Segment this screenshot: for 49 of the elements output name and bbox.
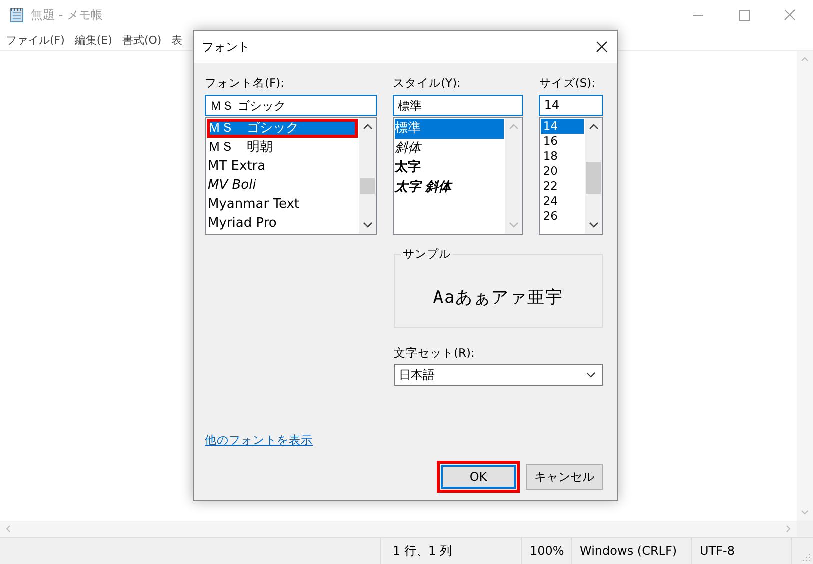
notepad-icon bbox=[9, 7, 25, 23]
font-name-field[interactable]: ＭＳ ゴシック bbox=[205, 95, 378, 116]
status-text: UTF-8 bbox=[692, 538, 792, 564]
list-item[interactable]: 16 bbox=[541, 134, 584, 149]
size-list[interactable]: 14 16 18 20 22 24 26 bbox=[539, 117, 603, 235]
resize-grip-icon[interactable] bbox=[801, 552, 811, 562]
style-list[interactable]: 標準 斜体 太字 太字 斜体 bbox=[393, 117, 524, 235]
list-item[interactable]: MV Boli bbox=[207, 176, 358, 195]
menu-item[interactable]: 表 bbox=[172, 32, 183, 48]
size-field[interactable]: 14 bbox=[539, 95, 603, 116]
scrollbar-thumb[interactable] bbox=[360, 178, 376, 194]
dialog-button[interactable]: OK bbox=[437, 461, 520, 493]
list-item[interactable]: 太字 斜体 bbox=[395, 178, 504, 197]
field-label: サイズ(S): bbox=[539, 75, 596, 91]
dialog-title: フォント bbox=[202, 38, 250, 56]
list-item[interactable]: Myriad Pro bbox=[207, 214, 358, 233]
list-item[interactable]: 太字 bbox=[395, 158, 504, 178]
list-item[interactable]: ＭＳ 明朝 bbox=[207, 138, 358, 157]
list-item[interactable]: 14 bbox=[541, 119, 584, 134]
menu-item[interactable]: 編集(E) bbox=[74, 32, 112, 48]
list-item[interactable]: 18 bbox=[541, 149, 584, 164]
scrollbar-thumb[interactable] bbox=[586, 162, 601, 194]
list-item[interactable]: 26 bbox=[541, 209, 584, 224]
list-item[interactable]: 24 bbox=[541, 194, 584, 209]
list-item[interactable]: 標準 bbox=[395, 119, 504, 138]
close-icon[interactable] bbox=[596, 41, 608, 53]
status-text: Windows (CRLF) bbox=[572, 538, 692, 564]
field-label: 文字セット(R): bbox=[394, 345, 476, 361]
window-title: 無題 - メモ帳 bbox=[31, 6, 104, 24]
font-list[interactable]: ＭＳ ゴシック ＭＳ 明朝 MT Extra MV Boli Myanmar Text Myriad Pro bbox=[205, 117, 378, 235]
status-text: 100% bbox=[522, 538, 572, 564]
list-item[interactable]: 20 bbox=[541, 164, 584, 179]
chevron-down-icon bbox=[586, 372, 596, 378]
list-item[interactable]: 22 bbox=[541, 179, 584, 194]
group-label: サンプル bbox=[401, 247, 453, 262]
style-field[interactable]: 標準 bbox=[393, 95, 524, 116]
dialog-button[interactable]: キャンセル bbox=[526, 464, 603, 490]
status-text: 1 行、1 列 bbox=[381, 538, 522, 564]
menu-item[interactable]: 書式(O) bbox=[122, 32, 162, 48]
field-label: スタイル(Y): bbox=[393, 75, 462, 91]
list-item[interactable]: Myanmar Text bbox=[207, 195, 358, 214]
sample-text: Aaあぁアァ亜宇 bbox=[433, 286, 564, 308]
list-item[interactable]: 斜体 bbox=[395, 138, 504, 158]
list-item[interactable]: MT Extra bbox=[207, 157, 358, 176]
charset-dropdown[interactable]: 日本語 bbox=[394, 364, 603, 386]
field-label: フォント名(F): bbox=[205, 75, 286, 91]
more-fonts-link[interactable]: 他のフォントを表示 bbox=[205, 433, 313, 448]
list-item[interactable]: ＭＳ ゴシック bbox=[207, 119, 358, 138]
menu-item[interactable]: ファイル(F) bbox=[6, 32, 65, 48]
